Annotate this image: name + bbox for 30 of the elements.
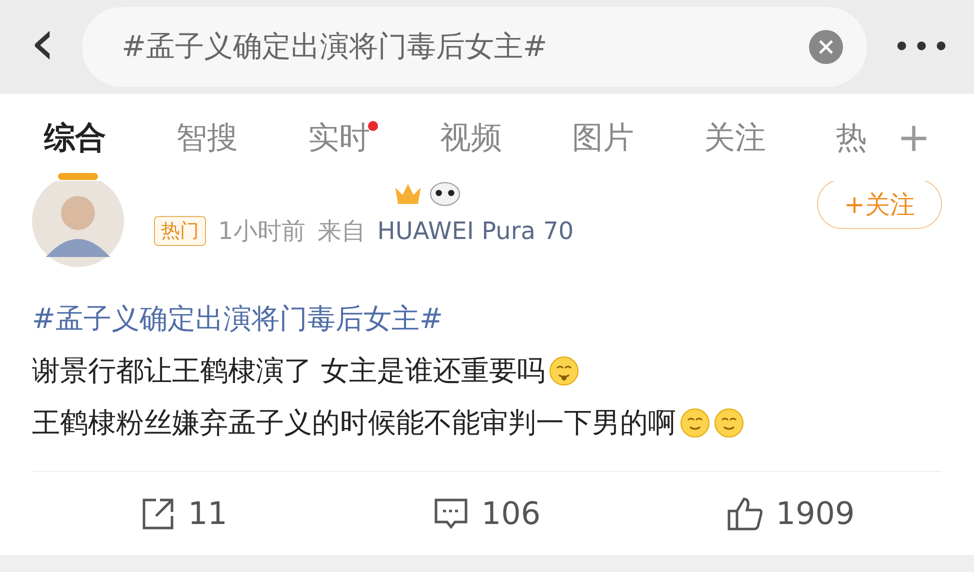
- tab[interactable]: 图片: [572, 120, 634, 155]
- like-button[interactable]: 1909: [638, 472, 942, 556]
- device-name: HUAWEI Pura 70: [377, 217, 574, 246]
- post-time: 1小时前: [218, 216, 306, 248]
- tab[interactable]: 热: [836, 120, 867, 155]
- emoji-icon: [548, 356, 579, 386]
- add-tab-button[interactable]: +: [897, 118, 931, 158]
- emoji-icon: [680, 408, 710, 438]
- topic-link[interactable]: #孟子义确定出演将门毒后女主#: [32, 293, 942, 346]
- thumbs-up-icon: [726, 496, 764, 532]
- tab[interactable]: 智搜: [176, 120, 238, 155]
- crown-icon: [394, 184, 422, 204]
- more-button[interactable]: •••: [892, 30, 952, 65]
- source-label: 来自: [317, 216, 366, 248]
- back-button[interactable]: ‹: [30, 11, 56, 76]
- comment-icon: [433, 496, 470, 531]
- hot-badge: 热门: [154, 216, 206, 246]
- tab[interactable]: 关注: [704, 120, 766, 155]
- panda-icon: [430, 182, 460, 206]
- repost-button[interactable]: 11: [32, 472, 336, 556]
- clear-icon[interactable]: [808, 30, 843, 64]
- tab[interactable]: 综合: [44, 120, 106, 155]
- emoji-icon: [714, 408, 744, 438]
- tab[interactable]: 视频: [440, 120, 502, 155]
- tab[interactable]: 实时: [308, 120, 370, 155]
- tab-indicator: [58, 172, 98, 180]
- post-text: 谢景行都让王鹤棣演了 女主是谁还重要吗: [32, 353, 545, 390]
- comment-button[interactable]: 106: [335, 472, 639, 556]
- search-field[interactable]: #孟子义确定出演将门毒后女主#: [82, 7, 867, 88]
- post-text: 王鹤棣粉丝嫌弃孟子义的时候能不能审判一下男的啊: [32, 405, 676, 442]
